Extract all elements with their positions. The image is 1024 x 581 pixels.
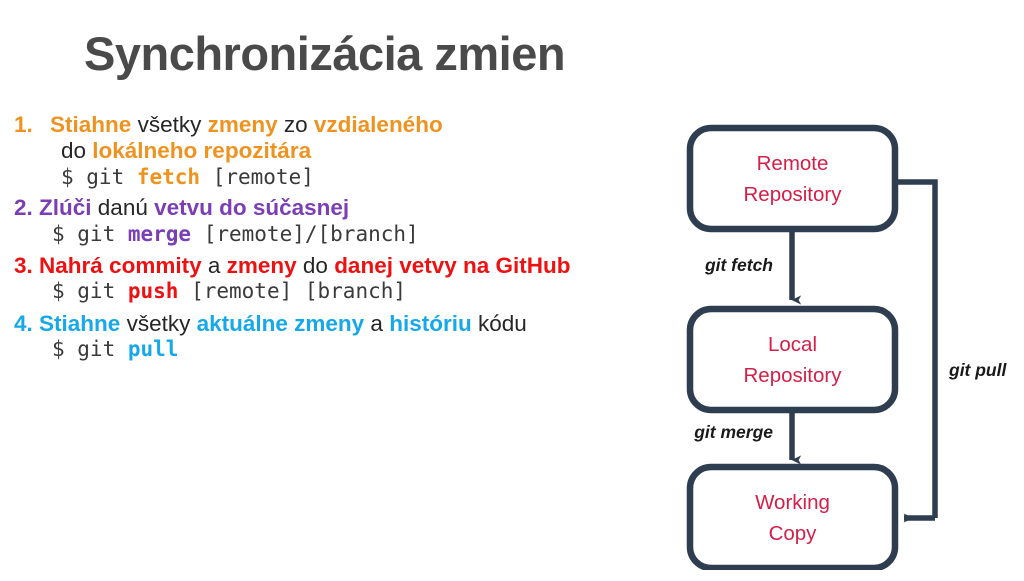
- step-4-t4: a: [364, 310, 390, 336]
- git-flow-diagram: Remote Repository Local Repository Worki…: [672, 118, 1024, 570]
- step-1-l2-t2: lokálneho repozitára: [92, 138, 312, 164]
- step-1-code-prompt: $ git: [61, 164, 137, 189]
- step-4-code-command: pull: [127, 337, 179, 362]
- node-working-copy: Working Copy: [686, 463, 899, 570]
- step-3-code-args: [remote] [branch]: [178, 279, 407, 304]
- step-1-t4: zo: [277, 112, 314, 137]
- step-2-t3: vetvu do súčasnej: [154, 195, 350, 221]
- step-2-code: $ git merge [remote]/[branch]: [14, 222, 674, 247]
- node-working-copy-label-line1: Working: [755, 491, 830, 514]
- step-4-t6: kódu: [471, 310, 527, 336]
- step-3-number: 3.: [14, 253, 33, 279]
- step-1-code: $ git fetch [remote]: [14, 165, 674, 190]
- step-2-line-1: 2. Zlúči danú vetvu do súčasnej: [14, 195, 674, 221]
- step-4-t5: históriu: [389, 310, 472, 336]
- node-remote-repository-label-line2: Repository: [744, 183, 843, 206]
- node-local-repository-label-line1: Local: [768, 333, 817, 356]
- step-3-code: $ git push [remote] [branch]: [14, 279, 674, 304]
- step-1-line-1: 1. Stiahne všetky zmeny zo vzdialeného: [14, 112, 674, 138]
- step-3-t5: danej vetvy na GitHub: [334, 253, 571, 279]
- step-3-code-prompt: $ git: [52, 279, 128, 304]
- step-1-line-2: do lokálneho repozitára: [14, 138, 674, 164]
- node-working-copy-label-line2: Copy: [769, 522, 818, 545]
- node-remote-repository-box: [686, 124, 899, 233]
- step-2-code-command: merge: [127, 221, 192, 246]
- step-1-t5: vzdialeného: [313, 112, 443, 137]
- step-4-t2: všetky: [120, 310, 197, 336]
- step-2-t2: danú: [91, 195, 155, 221]
- slide-canvas: Synchronizácia zmien 1. Stiahne všetky z…: [0, 0, 1024, 581]
- step-4-number: 4.: [14, 310, 33, 336]
- edge-label-git-pull: git pull: [948, 360, 1007, 380]
- step-1-code-command: fetch: [136, 164, 201, 189]
- node-remote-repository-label-line1: Remote: [757, 152, 829, 175]
- step-1-t2: všetky: [131, 112, 208, 137]
- page-title: Synchronizácia zmien: [84, 27, 566, 80]
- step-4-t1: Stiahne: [39, 310, 121, 336]
- step-3-t4: do: [296, 253, 335, 279]
- step-2-t1: Zlúči: [39, 195, 92, 221]
- node-working-copy-box: [686, 463, 899, 570]
- step-2-code-args: [remote]/[branch]: [191, 221, 419, 246]
- list-item: 1. Stiahne všetky zmeny zo vzdialeného d…: [14, 112, 674, 189]
- step-1-code-args: [remote]: [200, 164, 314, 189]
- step-4-code-prompt: $ git: [52, 337, 128, 362]
- step-1-t1: Stiahne: [50, 112, 132, 137]
- step-1-number: 1.: [14, 112, 33, 137]
- step-1-t3: zmeny: [207, 112, 278, 137]
- step-4-code: $ git pull: [14, 337, 674, 362]
- step-2-code-prompt: $ git: [52, 221, 128, 246]
- node-local-repository-box: [686, 305, 899, 414]
- node-local-repository-label-line2: Repository: [744, 364, 843, 387]
- step-3-t1: Nahrá commity: [39, 253, 202, 279]
- step-1-l2-t1: do: [61, 138, 93, 164]
- step-3-t2: a: [201, 253, 227, 279]
- step-4-line-1: 4. Stiahne všetky aktuálne zmeny a histó…: [14, 311, 674, 337]
- steps-list: 1. Stiahne všetky zmeny zo vzdialeného d…: [14, 112, 674, 363]
- node-remote-repository: Remote Repository: [686, 124, 899, 233]
- step-2-number: 2.: [14, 195, 33, 221]
- edge-label-git-merge: git merge: [693, 422, 773, 442]
- edge-label-git-fetch: git fetch: [704, 255, 773, 275]
- step-4-t3: aktuálne zmeny: [196, 310, 365, 336]
- list-item: 2. Zlúči danú vetvu do súčasnej $ git me…: [14, 195, 674, 246]
- list-item: 3. Nahrá commity a zmeny do danej vetvy …: [14, 253, 674, 304]
- step-3-line-1: 3. Nahrá commity a zmeny do danej vetvy …: [14, 253, 674, 279]
- node-local-repository: Local Repository: [686, 305, 899, 414]
- step-3-t3: zmeny: [226, 253, 297, 279]
- step-3-code-command: push: [127, 279, 179, 304]
- edge-git-pull-path: [895, 179, 938, 518]
- list-item: 4. Stiahne všetky aktuálne zmeny a histó…: [14, 311, 674, 362]
